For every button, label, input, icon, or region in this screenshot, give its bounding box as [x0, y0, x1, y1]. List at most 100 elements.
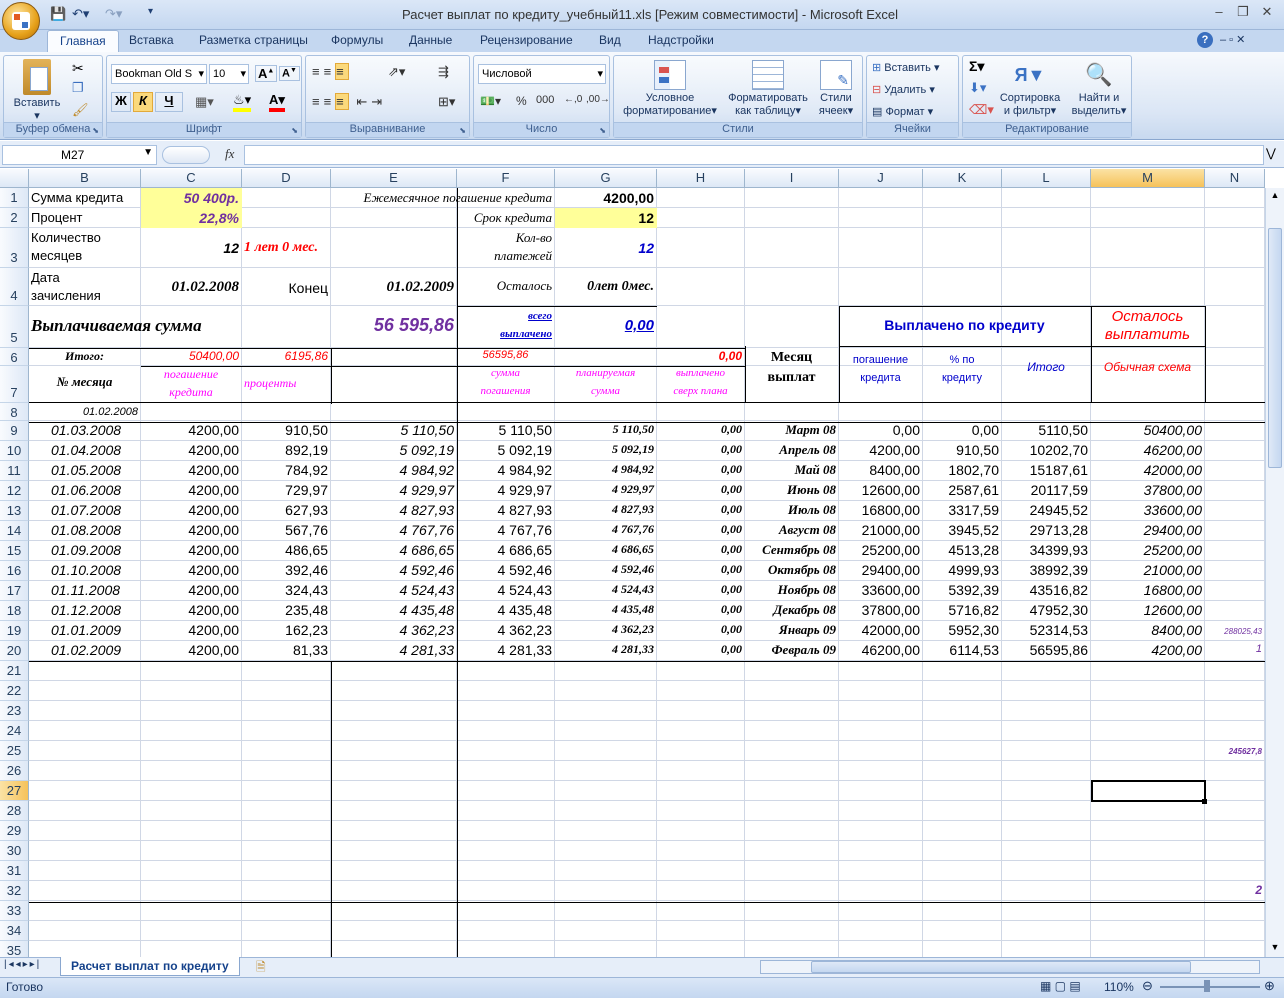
find-select-button[interactable]: 🔍 Найти и выделить▾ — [1069, 60, 1129, 118]
row-header-25[interactable]: 25 — [0, 741, 29, 761]
table-cell-r9-c1[interactable]: 4200,00 — [143, 422, 239, 438]
cell-d4-label[interactable]: Конец — [244, 280, 328, 296]
table-cell-r10-c0[interactable]: 01.04.2008 — [31, 442, 138, 458]
expand-formula-icon[interactable]: ⋁ — [1266, 146, 1276, 160]
conditional-formatting-button[interactable]: Условное форматирование▾ — [618, 60, 722, 118]
cell-g7-label-1[interactable]: планируемая — [557, 367, 654, 379]
table-cell-r14-c7[interactable]: Август 08 — [747, 522, 836, 538]
scroll-down-icon[interactable]: ▼ — [1268, 942, 1282, 956]
column-header-G[interactable]: G — [555, 169, 657, 188]
sheet-tab-active[interactable]: Расчет выплат по кредиту — [60, 957, 240, 976]
cell-n19-note[interactable]: 288025,43 — [1207, 627, 1262, 636]
table-cell-r13-c3[interactable]: 4 827,93 — [333, 502, 455, 518]
table-cell-r11-c9[interactable]: 1802,70 — [925, 462, 999, 478]
cell-g4-remaining[interactable]: 0лет 0мес. — [557, 279, 654, 295]
table-cell-r14-c4[interactable]: 4 767,76 — [459, 522, 553, 538]
cell-d6-total[interactable]: 6195,86 — [244, 349, 328, 363]
table-cell-r13-c4[interactable]: 4 827,93 — [459, 502, 553, 518]
table-cell-r17-c10[interactable]: 43516,82 — [1004, 582, 1088, 598]
cell-l6-label[interactable]: Итого — [1004, 360, 1088, 374]
table-cell-r11-c6[interactable]: 0,00 — [659, 462, 742, 477]
row-header-29[interactable]: 29 — [0, 821, 29, 841]
cell-b8-date[interactable]: 01.02.2008 — [31, 406, 138, 418]
currency-icon[interactable]: 💵▾ — [480, 94, 501, 108]
table-cell-r17-c11[interactable]: 16800,00 — [1093, 582, 1202, 598]
table-cell-r11-c0[interactable]: 01.05.2008 — [31, 462, 138, 478]
column-header-E[interactable]: E — [331, 169, 457, 188]
formula-input[interactable] — [244, 145, 1264, 165]
table-cell-r15-c3[interactable]: 4 686,65 — [333, 542, 455, 558]
table-cell-r19-c7[interactable]: Январь 09 — [747, 622, 836, 638]
cell-f7-label-2[interactable]: погашения — [459, 385, 552, 397]
column-header-I[interactable]: I — [745, 169, 839, 188]
row-header-14[interactable]: 14 — [0, 521, 29, 541]
format-cells-button[interactable]: ▤ Формат ▾ — [871, 102, 956, 123]
table-cell-r20-c4[interactable]: 4 281,33 — [459, 642, 553, 658]
table-cell-r15-c4[interactable]: 4 686,65 — [459, 542, 553, 558]
format-as-table-button[interactable]: Форматировать как таблицу▾ — [726, 60, 810, 118]
table-cell-r14-c0[interactable]: 01.08.2008 — [31, 522, 138, 538]
underline-button[interactable]: Ч — [155, 92, 183, 112]
table-cell-r18-c10[interactable]: 47952,30 — [1004, 602, 1088, 618]
table-cell-r10-c1[interactable]: 4200,00 — [143, 442, 239, 458]
horizontal-align-icons[interactable]: ≡≡≡ ⇤⇥ — [312, 93, 386, 110]
cell-n20-note[interactable]: 1 — [1207, 643, 1262, 655]
italic-button[interactable]: К — [133, 92, 153, 112]
increase-decimal-icon[interactable]: ←,0 — [564, 94, 582, 105]
tab-home[interactable]: Главная — [47, 30, 119, 53]
table-cell-r20-c2[interactable]: 81,33 — [244, 642, 328, 658]
cell-b3-label-1[interactable]: Количество — [31, 230, 138, 245]
table-cell-r10-c11[interactable]: 46200,00 — [1093, 442, 1202, 458]
table-cell-r19-c4[interactable]: 4 362,23 — [459, 622, 553, 638]
fill-icon[interactable]: ⬇▾ — [969, 80, 986, 96]
table-cell-r11-c5[interactable]: 4 984,92 — [557, 462, 654, 477]
table-cell-r15-c8[interactable]: 25200,00 — [841, 542, 920, 558]
cell-n32-note[interactable]: 2 — [1207, 883, 1262, 897]
table-cell-r16-c5[interactable]: 4 592,46 — [557, 562, 654, 577]
shrink-font-icon[interactable]: A▼ — [279, 66, 300, 81]
row-header-12[interactable]: 12 — [0, 481, 29, 501]
table-cell-r13-c5[interactable]: 4 827,93 — [557, 502, 654, 517]
table-cell-r12-c11[interactable]: 37800,00 — [1093, 482, 1202, 498]
table-cell-r15-c5[interactable]: 4 686,65 — [557, 542, 654, 557]
cell-m5-label-1[interactable]: Осталось — [1093, 308, 1202, 325]
table-cell-r14-c1[interactable]: 4200,00 — [143, 522, 239, 538]
zoom-level[interactable]: 110% — [1104, 980, 1134, 994]
cell-m5-label-2[interactable]: выплатить — [1093, 326, 1202, 343]
grow-font-icon[interactable]: A▲ — [255, 65, 278, 82]
insert-cells-button[interactable]: ⊞ Вставить ▾ — [871, 58, 956, 79]
table-cell-r18-c5[interactable]: 4 435,48 — [557, 602, 654, 617]
table-cell-r17-c6[interactable]: 0,00 — [659, 582, 742, 597]
table-cell-r20-c9[interactable]: 6114,53 — [925, 642, 999, 658]
cell-d3-duration[interactable]: 1 лет 0 мес. — [244, 240, 328, 256]
cell-g2-term[interactable]: 12 — [557, 210, 654, 226]
dialog-launcher-icon[interactable]: ⬊ — [92, 126, 99, 135]
table-cell-r15-c9[interactable]: 4513,28 — [925, 542, 999, 558]
cell-h6-total[interactable]: 0,00 — [659, 349, 742, 363]
autosum-button[interactable]: Σ▾ — [969, 58, 984, 75]
table-cell-r14-c9[interactable]: 3945,52 — [925, 522, 999, 538]
cell-b1-label[interactable]: Сумма кредита — [31, 190, 138, 205]
cell-e4-end-date[interactable]: 01.02.2009 — [333, 279, 455, 296]
dialog-launcher-icon[interactable]: ⬊ — [599, 126, 606, 135]
worksheet-grid[interactable]: Сумма кредита 50 400р. Ежемесячное погашен… — [29, 188, 1265, 958]
table-cell-r13-c7[interactable]: Июль 08 — [747, 502, 836, 518]
table-cell-r10-c6[interactable]: 0,00 — [659, 442, 742, 457]
table-cell-r9-c9[interactable]: 0,00 — [925, 422, 999, 438]
row-header-26[interactable]: 26 — [0, 761, 29, 781]
table-cell-r15-c7[interactable]: Сентябрь 08 — [747, 542, 836, 558]
cell-d7-label[interactable]: проценты — [244, 376, 328, 391]
name-box[interactable]: M27 ▼ — [2, 145, 157, 165]
font-name-combo[interactable]: Bookman Old S ▾ — [111, 64, 207, 84]
horizontal-scrollbar[interactable] — [760, 960, 1260, 974]
tab-review[interactable]: Рецензирование — [480, 33, 573, 47]
minimize-icon[interactable]: – — [1208, 4, 1230, 24]
table-cell-r19-c0[interactable]: 01.01.2009 — [31, 622, 138, 638]
cell-g1-monthly[interactable]: 4200,00 — [557, 190, 654, 206]
table-cell-r16-c2[interactable]: 392,46 — [244, 562, 328, 578]
cell-b3-label-2[interactable]: месяцев — [31, 248, 138, 263]
cell-c6-total[interactable]: 50400,00 — [143, 349, 239, 363]
table-cell-r12-c4[interactable]: 4 929,97 — [459, 482, 553, 498]
cell-b6-total-label[interactable]: Итого: — [31, 349, 138, 364]
cell-c3-months[interactable]: 12 — [143, 240, 239, 256]
